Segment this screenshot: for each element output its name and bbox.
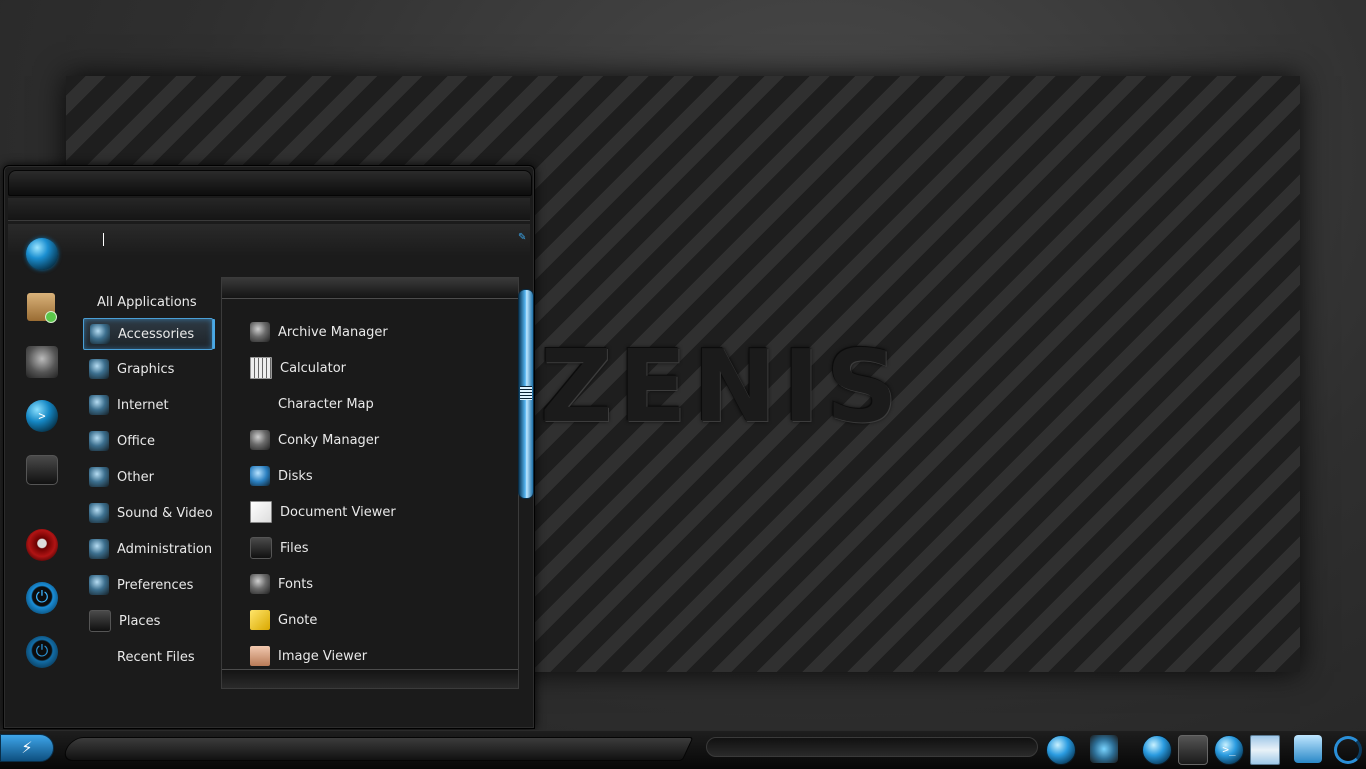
app-list-scrollbar[interactable] xyxy=(518,289,534,499)
gnote-icon xyxy=(250,610,270,630)
category-preferences[interactable]: Preferences xyxy=(83,570,211,600)
app-archive-manager[interactable]: Archive Manager xyxy=(222,317,516,347)
category-label: Office xyxy=(117,433,155,449)
orb-logo-icon[interactable] xyxy=(26,238,58,270)
app-label: Conky Manager xyxy=(278,432,380,448)
fonts-icon xyxy=(250,574,270,594)
app-gnote[interactable]: Gnote xyxy=(222,605,516,635)
category-graphics[interactable]: Graphics xyxy=(83,354,211,384)
app-label: Fonts xyxy=(278,576,314,592)
administration-icon xyxy=(89,539,109,559)
category-other[interactable]: Other xyxy=(83,462,211,492)
category-sound-video[interactable]: Sound & Video xyxy=(83,498,213,528)
app-label: Character Map xyxy=(278,396,374,412)
app-label: Document Viewer xyxy=(280,504,396,520)
search-row: ✎ xyxy=(8,224,530,256)
document-icon[interactable] xyxy=(1250,735,1280,765)
app-label: Disks xyxy=(278,468,313,484)
category-label: Graphics xyxy=(117,361,175,377)
logout-icon[interactable]: ⏻ xyxy=(26,582,58,614)
start-logo-icon: ⚡ xyxy=(21,738,33,757)
graphics-icon xyxy=(89,359,109,379)
app-conky-manager[interactable]: Conky Manager xyxy=(222,425,516,455)
app-image-viewer[interactable]: Image Viewer xyxy=(222,641,516,671)
conky-manager-icon xyxy=(250,430,270,450)
application-menu: ✎ > ⏻ ⏻ All Applications Accessories Gra… xyxy=(3,165,535,729)
category-label: All Applications xyxy=(97,294,197,310)
start-menu-button[interactable]: ⚡ xyxy=(0,734,54,762)
text-cursor xyxy=(103,233,104,246)
taskbar: ⚡ >_ xyxy=(0,730,1366,769)
terminal-icon[interactable]: >_ xyxy=(1214,735,1244,765)
preferences-icon xyxy=(89,575,109,595)
terminal-icon[interactable]: > xyxy=(26,400,58,432)
other-icon xyxy=(89,467,109,487)
wallpaper-logo: ZENIS xyxy=(540,328,904,445)
app-fonts[interactable]: Fonts xyxy=(222,569,516,599)
app-disks[interactable]: Disks xyxy=(222,461,516,491)
image-viewer-icon xyxy=(250,646,270,666)
files-icon[interactable] xyxy=(26,455,58,485)
category-internet[interactable]: Internet xyxy=(83,390,211,420)
app-label: Image Viewer xyxy=(278,648,368,664)
app-files[interactable]: Files xyxy=(222,533,516,563)
globe-icon[interactable] xyxy=(1046,735,1076,765)
app-label: Archive Manager xyxy=(278,324,388,340)
task-list-secondary[interactable] xyxy=(706,737,1038,757)
jar-icon[interactable] xyxy=(1294,735,1322,763)
app-calculator[interactable]: Calculator xyxy=(222,353,516,383)
category-label: Accessories xyxy=(118,326,195,342)
files-icon[interactable] xyxy=(1178,735,1208,765)
logo-icon[interactable] xyxy=(1142,735,1172,765)
files-icon xyxy=(250,537,272,559)
task-list-area[interactable] xyxy=(60,737,694,761)
menu-titlebar xyxy=(8,170,532,196)
refresh-icon[interactable] xyxy=(1334,736,1362,764)
category-label: Sound & Video xyxy=(117,505,213,521)
scrollbar-grip[interactable] xyxy=(520,386,532,400)
character-map-icon xyxy=(250,394,270,414)
app-label: Gnote xyxy=(278,612,318,628)
power-icon[interactable]: ⏻ xyxy=(26,636,58,668)
app-document-viewer[interactable]: Document Viewer xyxy=(222,497,516,527)
category-all-applications[interactable]: All Applications xyxy=(83,287,211,317)
calculator-icon xyxy=(250,357,272,379)
accessories-icon xyxy=(90,324,110,344)
category-accessories[interactable]: Accessories xyxy=(83,318,213,350)
clear-search-icon[interactable]: ✎ xyxy=(518,233,528,243)
category-label: Recent Files xyxy=(117,649,195,665)
search-input[interactable] xyxy=(98,228,502,252)
menu-subbar xyxy=(8,198,530,221)
category-label: Other xyxy=(117,469,154,485)
lock-screen-icon[interactable] xyxy=(26,529,58,561)
disks-icon xyxy=(250,466,270,486)
app-label: Calculator xyxy=(280,360,347,376)
category-places[interactable]: Places xyxy=(83,606,211,636)
internet-icon xyxy=(89,395,109,415)
recent-files-icon xyxy=(89,647,109,667)
category-label: Internet xyxy=(117,397,169,413)
document-viewer-icon xyxy=(250,501,272,523)
category-label: Administration xyxy=(117,541,213,557)
list-footer-bar xyxy=(222,669,518,688)
application-list[interactable]: Archive Manager Calculator Character Map… xyxy=(221,277,519,689)
robot-icon[interactable] xyxy=(26,346,58,378)
category-administration[interactable]: Administration xyxy=(83,534,213,564)
category-office[interactable]: Office xyxy=(83,426,211,456)
office-icon xyxy=(89,431,109,451)
app-character-map[interactable]: Character Map xyxy=(222,389,516,419)
package-icon[interactable] xyxy=(27,293,57,323)
places-icon xyxy=(89,610,111,632)
category-recent-files[interactable]: Recent Files xyxy=(83,642,211,672)
category-label: Places xyxy=(119,613,161,629)
sound-video-icon xyxy=(89,503,109,523)
category-label: Preferences xyxy=(117,577,194,593)
archive-manager-icon xyxy=(250,322,270,342)
app-label: Files xyxy=(280,540,309,556)
list-header-bar xyxy=(222,278,518,299)
star-icon[interactable] xyxy=(1090,735,1118,763)
